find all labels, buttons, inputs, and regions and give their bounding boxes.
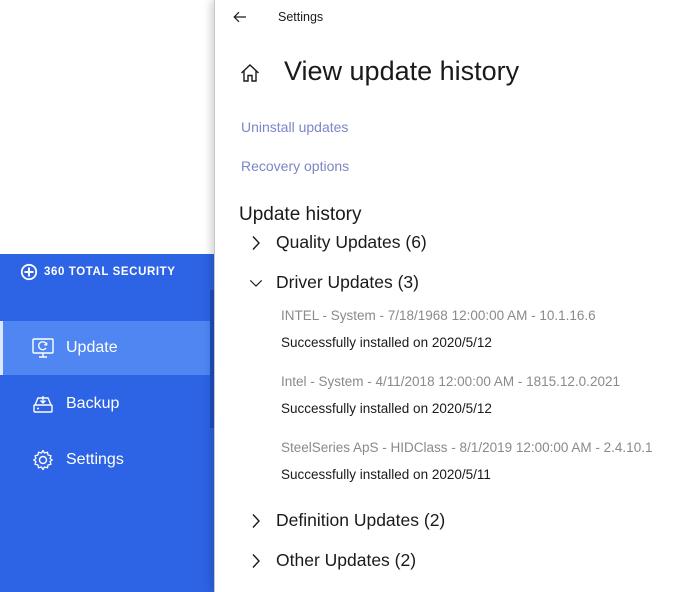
back-button[interactable] [229, 7, 251, 27]
app-sidebar: 360 TOTAL SECURITY Update Backup Setting… [0, 254, 214, 592]
group-quality-updates[interactable]: Quality Updates (6) [249, 232, 427, 253]
group-driver-updates[interactable]: Driver Updates (3) [249, 272, 419, 293]
group-label: Other Updates (2) [276, 550, 417, 570]
group-definition-updates[interactable]: Definition Updates (2) [249, 510, 445, 531]
chevron-right-icon [249, 234, 263, 252]
nav-item-update[interactable]: Update [0, 321, 210, 375]
driver-update-name[interactable]: INTEL - System - 7/18/1968 12:00:00 AM -… [281, 308, 596, 323]
driver-update-status: Successfully installed on 2020/5/12 [281, 335, 492, 350]
group-label: Quality Updates (6) [276, 232, 427, 252]
driver-update-status: Successfully installed on 2020/5/12 [281, 401, 492, 416]
gear-icon [30, 447, 56, 473]
nav-item-label: Backup [66, 395, 120, 412]
group-label: Driver Updates (3) [276, 272, 419, 292]
driver-update-name[interactable]: SteelSeries ApS - HIDClass - 8/1/2019 12… [281, 440, 652, 455]
home-icon[interactable] [239, 62, 261, 84]
chevron-right-icon [249, 552, 263, 570]
page-title: View update history [284, 56, 520, 86]
section-title: Update history [239, 204, 362, 225]
window-title: Settings [278, 10, 324, 24]
nav-item-label: Settings [66, 451, 124, 468]
settings-window: Settings View update history Uninstall u… [214, 0, 674, 592]
nav-item-settings[interactable]: Settings [0, 433, 210, 487]
driver-update-name[interactable]: Intel - System - 4/11/2018 12:00:00 AM -… [281, 374, 620, 389]
nav-item-backup[interactable]: Backup [0, 377, 210, 431]
chevron-down-icon [249, 274, 263, 292]
drive-icon [30, 391, 56, 417]
chevron-right-icon [249, 512, 263, 530]
back-arrow-icon [233, 11, 246, 23]
uninstall-updates-link[interactable]: Uninstall updates [241, 119, 348, 135]
brand-logo: 360 TOTAL SECURITY [20, 262, 176, 282]
group-other-updates[interactable]: Other Updates (2) [249, 550, 416, 571]
monitor-refresh-icon [30, 335, 56, 361]
recovery-options-link[interactable]: Recovery options [241, 158, 349, 174]
title-bar: Settings [215, 0, 674, 34]
nav-item-label: Update [66, 339, 118, 356]
plus-circle-icon [20, 263, 38, 281]
brand-text: 360 TOTAL SECURITY [44, 266, 176, 278]
driver-update-status: Successfully installed on 2020/5/11 [281, 467, 491, 482]
group-label: Definition Updates (2) [276, 510, 446, 530]
